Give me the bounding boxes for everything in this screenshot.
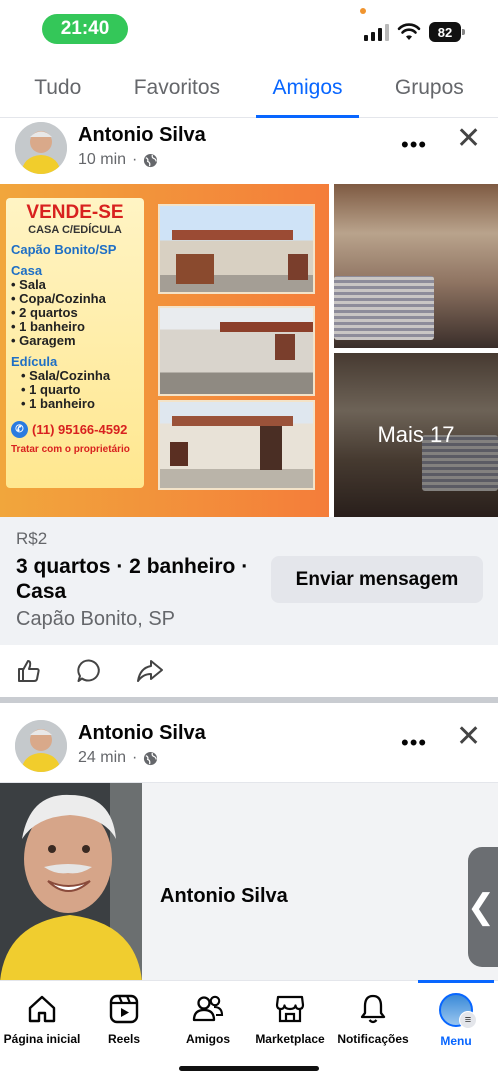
nav-reels[interactable]: Reels: [82, 981, 166, 1061]
house-photo-edicula: [158, 400, 315, 490]
wifi-icon: [397, 23, 421, 40]
author-name[interactable]: Antonio Silva: [78, 722, 206, 745]
listing-title: 3 quartos · 2 banheiro · Casa: [16, 555, 249, 603]
flyer-casa-item: 1 banheiro: [11, 320, 139, 334]
nav-notifications-label: Notificações: [337, 1032, 409, 1046]
side-panel-handle[interactable]: ❮: [467, 847, 498, 967]
send-message-button[interactable]: Enviar mensagem: [271, 556, 483, 603]
feed-tabs: Tudo Favoritos Amigos Grupos: [0, 58, 498, 118]
more-photos-count[interactable]: Mais 17: [334, 353, 498, 517]
close-icon[interactable]: ✕: [456, 124, 481, 154]
battery-indicator: 82: [429, 22, 465, 42]
phone-icon: ✆: [11, 421, 28, 438]
profile-card-name: Antonio Silva: [160, 885, 288, 907]
nav-reels-label: Reels: [107, 1032, 141, 1046]
nav-notifications[interactable]: Notificações: [331, 981, 415, 1061]
listing-flyer-image[interactable]: VENDE-SE CASA C/EDÍCULA Capão Bonito/SP …: [0, 184, 329, 517]
nav-marketplace-label: Marketplace: [255, 1032, 325, 1046]
more-options-icon[interactable]: •••: [401, 132, 427, 158]
nav-friends-label: Amigos: [185, 1032, 230, 1046]
post-meta: 24 min ·: [78, 749, 158, 767]
nav-menu-label: Menu: [440, 1034, 472, 1048]
close-icon[interactable]: ✕: [456, 722, 481, 752]
post-photo-grid[interactable]: VENDE-SE CASA C/EDÍCULA Capão Bonito/SP …: [0, 184, 498, 517]
flyer-casa-item: 2 quartos: [11, 306, 139, 320]
home-indicator: [179, 1066, 319, 1071]
author-name[interactable]: Antonio Silva: [78, 124, 206, 147]
listing-price: R$2: [16, 529, 48, 548]
nav-friends[interactable]: Amigos: [166, 981, 250, 1061]
reels-icon: [109, 994, 139, 1024]
menu-avatar-icon: [439, 993, 477, 1029]
nav-menu[interactable]: Menu: [414, 980, 498, 1061]
flyer-subtitle: CASA C/EDÍCULA: [28, 224, 122, 236]
flyer-city: Capão Bonito/SP: [11, 242, 117, 257]
flyer-edicula-item: 1 banheiro: [21, 397, 139, 411]
nav-marketplace[interactable]: Marketplace: [248, 981, 332, 1061]
bell-icon: [360, 994, 386, 1024]
flyer-edicula-item: 1 quarto: [21, 383, 139, 397]
marketplace-icon: [275, 995, 305, 1023]
bedroom-photo-1[interactable]: [334, 184, 498, 348]
author-avatar[interactable]: [15, 720, 67, 772]
flyer-phone-number: (11) 95166-4592: [32, 422, 128, 437]
flyer-casa-item: Sala: [11, 278, 139, 292]
tab-favoritos[interactable]: Favoritos: [118, 58, 236, 118]
flyer-headline: VENDE-SE: [26, 202, 124, 223]
flyer-edicula-title: Edícula: [11, 354, 58, 369]
profile-photo[interactable]: [0, 783, 142, 981]
post-meta: 10 min ·: [78, 151, 158, 169]
flyer-casa-item: Copa/Cozinha: [11, 292, 139, 306]
house-photo-side: [158, 306, 315, 396]
like-icon[interactable]: [16, 658, 42, 684]
nav-home-label: Página inicial: [3, 1032, 81, 1046]
profile-card[interactable]: Antonio Silva: [0, 782, 498, 981]
flyer-phone: ✆ (11) 95166-4592: [11, 421, 139, 438]
flyer-casa-item: Garagem: [11, 334, 139, 348]
privacy-indicator: [360, 8, 366, 14]
meta-separator: ·: [132, 749, 138, 766]
globe-icon: [144, 153, 158, 167]
author-avatar[interactable]: [15, 122, 67, 174]
marketplace-listing-info[interactable]: R$2 3 quartos · 2 banheiro · Casa Capão …: [0, 517, 498, 645]
flyer-note: Tratar com o proprietário: [11, 444, 130, 455]
post-header: Antonio Silva 24 min · ••• ✕: [0, 716, 498, 782]
post-time: 24 min: [78, 749, 127, 766]
status-bar: 21:40 82: [0, 0, 498, 58]
flyer-edicula-list: Sala/Cozinha 1 quarto 1 banheiro: [11, 369, 139, 411]
nav-home[interactable]: Página inicial: [0, 981, 84, 1061]
post-actions: [0, 645, 498, 697]
friends-icon: [192, 995, 224, 1022]
more-options-icon[interactable]: •••: [401, 730, 427, 756]
comment-icon[interactable]: [76, 658, 102, 684]
post-time: 10 min: [78, 151, 127, 168]
globe-icon: [144, 751, 158, 765]
tab-tudo[interactable]: Tudo: [18, 58, 97, 118]
status-time: 21:40: [42, 14, 128, 44]
share-icon[interactable]: [136, 658, 164, 684]
flyer-text-panel: VENDE-SE CASA C/EDÍCULA Capão Bonito/SP …: [6, 198, 144, 488]
tab-amigos[interactable]: Amigos: [256, 58, 359, 118]
home-icon: [28, 995, 56, 1023]
bottom-navigation: Página inicial Reels Amigos Marketplace …: [0, 980, 498, 1080]
post-header: Antonio Silva 10 min · ••• ✕: [0, 118, 498, 184]
listing-location: Capão Bonito, SP: [16, 608, 175, 630]
flyer-casa-title: Casa: [11, 263, 43, 278]
flyer-casa-list: Sala Copa/Cozinha 2 quartos 1 banheiro G…: [11, 278, 139, 348]
post-divider: [0, 697, 498, 703]
house-photo-front: [158, 204, 315, 294]
flyer-edicula-item: Sala/Cozinha: [21, 369, 139, 383]
meta-separator: ·: [132, 151, 138, 168]
tab-grupos[interactable]: Grupos: [379, 58, 480, 118]
cell-signal-icon: [364, 24, 389, 41]
